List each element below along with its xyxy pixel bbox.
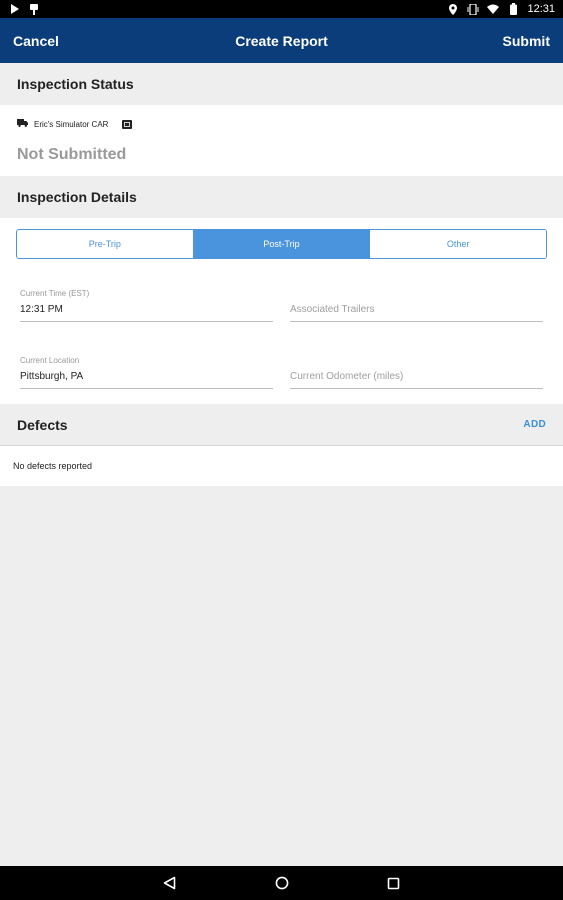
inspection-status-value: Not Submitted: [17, 146, 127, 163]
current-location-field[interactable]: Current Location Pittsburgh, PA: [20, 356, 273, 389]
page-title: Create Report: [235, 32, 328, 49]
status-right-icons: 12:31: [447, 3, 555, 15]
defects-header: Defects ADD: [0, 404, 563, 446]
cancel-button[interactable]: Cancel: [13, 33, 59, 49]
inspection-status-block: Eric's Simulator CAR Not Submitted: [0, 105, 563, 176]
inspection-details-block: Pre-Trip Post-Trip Other Current Time (E…: [0, 218, 563, 404]
associated-trailers-underline: [290, 321, 543, 322]
segment-other[interactable]: Other: [370, 230, 546, 258]
current-time-label: Current Time (EST): [20, 289, 90, 298]
current-odometer-placeholder: Current Odometer (miles): [290, 371, 404, 382]
home-icon[interactable]: [274, 875, 290, 891]
app-bar: Cancel Create Report Submit: [0, 18, 563, 63]
vehicle-row: Eric's Simulator CAR: [17, 119, 546, 129]
defects-block: No defects reported: [0, 446, 563, 486]
truck-icon: [17, 119, 28, 129]
associated-trailers-field[interactable]: Associated Trailers: [290, 289, 543, 322]
submit-button[interactable]: Submit: [503, 33, 550, 49]
wifi-icon: [487, 3, 500, 15]
associated-trailers-placeholder: Associated Trailers: [290, 304, 375, 315]
current-location-label: Current Location: [20, 356, 80, 365]
status-bar: 12:31: [0, 0, 563, 18]
current-location-value: Pittsburgh, PA: [20, 371, 84, 382]
current-odometer-underline: [290, 388, 543, 389]
back-icon[interactable]: [162, 875, 178, 891]
current-location-underline: [20, 388, 273, 389]
segment-pre-trip[interactable]: Pre-Trip: [17, 230, 194, 258]
eld-icon: [122, 119, 133, 129]
play-icon: [8, 3, 20, 15]
add-defect-button[interactable]: ADD: [523, 419, 546, 430]
status-time: 12:31: [527, 3, 555, 15]
nav-bar: [0, 866, 563, 900]
inspection-details-title: Inspection Details: [17, 189, 137, 205]
inspection-status-header: Inspection Status: [0, 63, 563, 105]
content: Inspection Status Eric's Simulator CAR N…: [0, 63, 563, 486]
notification-icon: [28, 3, 40, 15]
status-left-icons: [8, 3, 40, 15]
battery-icon: [507, 3, 519, 15]
inspection-status-title: Inspection Status: [17, 76, 134, 92]
inspection-type-selector: Pre-Trip Post-Trip Other: [16, 229, 547, 259]
inspection-details-header: Inspection Details: [0, 176, 563, 218]
recents-icon[interactable]: [386, 875, 402, 891]
no-defects-text: No defects reported: [13, 461, 93, 471]
current-odometer-field[interactable]: Current Odometer (miles): [290, 356, 543, 389]
location-icon: [447, 3, 459, 15]
current-time-underline: [20, 321, 273, 322]
current-time-value: 12:31 PM: [20, 304, 63, 315]
segment-post-trip[interactable]: Post-Trip: [193, 230, 371, 258]
vibrate-icon: [467, 3, 479, 15]
defects-title: Defects: [17, 416, 68, 433]
current-time-field[interactable]: Current Time (EST) 12:31 PM: [20, 289, 273, 322]
vehicle-name: Eric's Simulator CAR: [34, 119, 109, 129]
